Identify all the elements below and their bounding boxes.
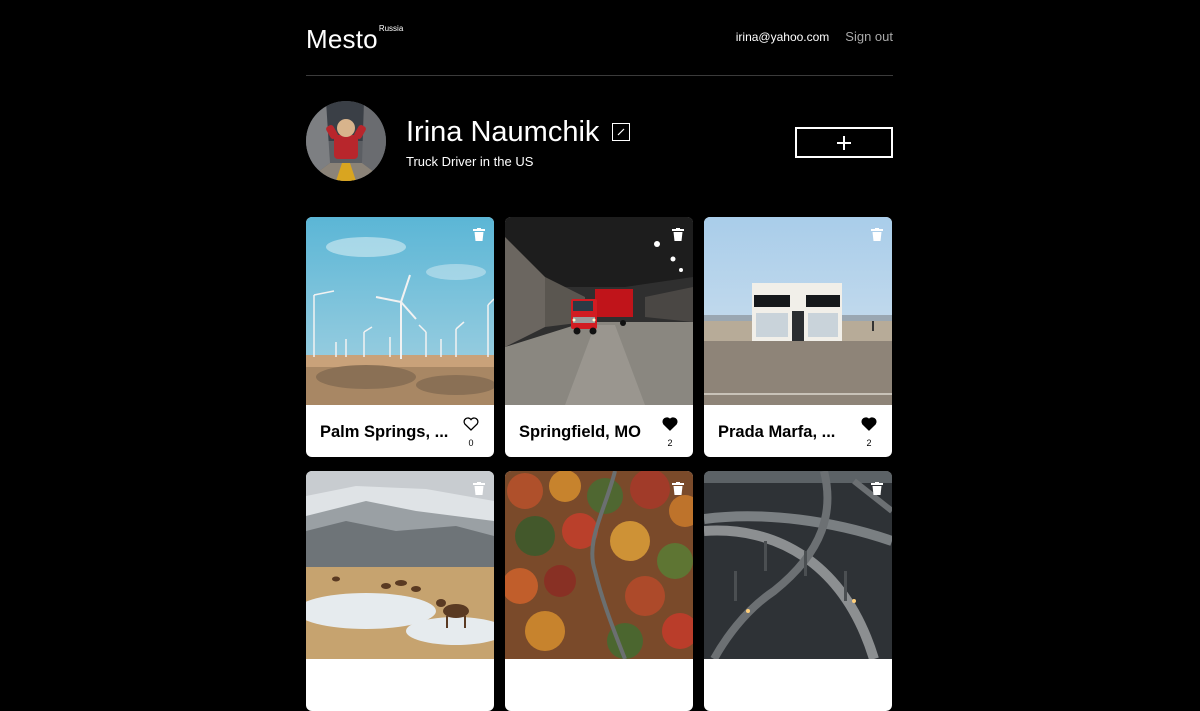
like-group: 2 <box>859 417 879 449</box>
like-count: 2 <box>667 438 673 448</box>
like-group: 2 <box>660 417 680 449</box>
like-count: 0 <box>468 438 474 448</box>
card-title: Palm Springs, ... <box>320 423 449 441</box>
page: Mesto Russia irina@yahoo.com Sign out Ir… <box>306 0 893 711</box>
card <box>306 471 494 711</box>
delete-card-button[interactable] <box>871 228 883 246</box>
avatar[interactable] <box>306 101 386 181</box>
trash-icon <box>473 228 485 241</box>
profile: Irina Naumchik Truck Driver in the US <box>306 101 893 183</box>
card-title: Prada Marfa, ... <box>718 423 836 441</box>
trash-icon <box>672 482 684 495</box>
card-image[interactable] <box>704 471 892 659</box>
heart-filled-icon <box>662 417 678 431</box>
logo[interactable]: Mesto Russia <box>306 24 404 54</box>
card-footer: Prada Marfa, ... 2 <box>704 405 892 457</box>
delete-card-button[interactable] <box>473 228 485 246</box>
card: Springfield, MO 2 <box>505 217 693 457</box>
like-button-active[interactable] <box>861 417 877 436</box>
trash-icon <box>672 228 684 241</box>
card-image[interactable] <box>505 217 693 405</box>
delete-card-button[interactable] <box>672 228 684 246</box>
sign-out-link[interactable]: Sign out <box>845 29 893 44</box>
pencil-icon <box>617 128 625 136</box>
delete-card-button[interactable] <box>672 482 684 500</box>
heart-icon <box>463 417 479 431</box>
like-group: 0 <box>461 417 481 449</box>
like-button[interactable] <box>463 417 479 436</box>
card <box>505 471 693 711</box>
plus-icon <box>837 135 851 150</box>
card: Palm Springs, ... 0 <box>306 217 494 457</box>
card <box>704 471 892 711</box>
card: Prada Marfa, ... 2 <box>704 217 892 457</box>
cards-grid: Palm Springs, ... 0 Springfield, MO 2 Pr… <box>306 217 893 711</box>
card-image[interactable] <box>704 217 892 405</box>
logo-text: Mesto <box>306 24 378 54</box>
profile-name: Irina Naumchik <box>406 116 600 148</box>
delete-card-button[interactable] <box>871 482 883 500</box>
profile-info: Irina Naumchik Truck Driver in the US <box>406 115 631 170</box>
card-footer: Palm Springs, ... 0 <box>306 405 494 457</box>
card-image[interactable] <box>306 471 494 659</box>
card-title: Springfield, MO <box>519 423 641 441</box>
delete-card-button[interactable] <box>473 482 485 500</box>
heart-filled-icon <box>861 417 877 431</box>
trash-icon <box>871 228 883 241</box>
like-count: 2 <box>866 438 872 448</box>
like-button-active[interactable] <box>662 417 678 436</box>
card-image[interactable] <box>505 471 693 659</box>
header: Mesto Russia irina@yahoo.com Sign out <box>306 0 893 76</box>
trash-icon <box>473 482 485 495</box>
user-email: irina@yahoo.com <box>735 29 830 44</box>
edit-profile-button[interactable] <box>612 123 631 141</box>
logo-region: Russia <box>378 24 404 33</box>
profile-job: Truck Driver in the US <box>406 154 534 169</box>
add-card-button[interactable] <box>795 127 893 158</box>
card-image[interactable] <box>306 217 494 405</box>
trash-icon <box>871 482 883 495</box>
card-footer: Springfield, MO 2 <box>505 405 693 457</box>
user-nav: irina@yahoo.com Sign out <box>736 29 893 44</box>
avatar-image <box>306 101 386 181</box>
